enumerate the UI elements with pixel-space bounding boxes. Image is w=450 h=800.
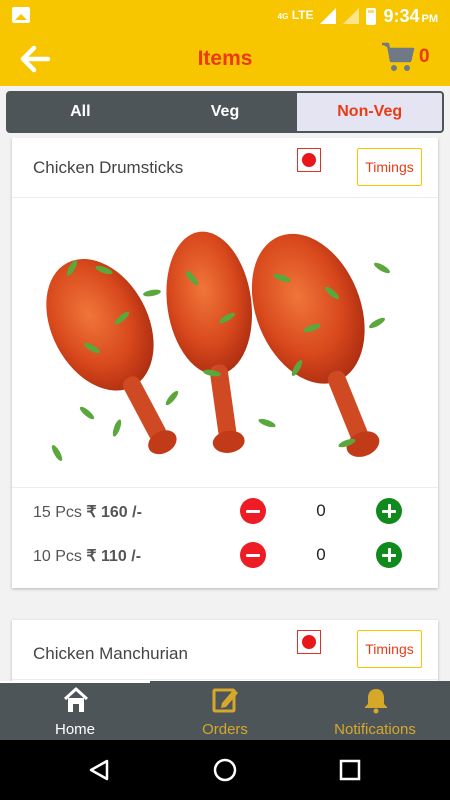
drumsticks-illustration bbox=[46, 231, 390, 461]
nav-orders[interactable]: Orders bbox=[150, 681, 300, 740]
item-name: Chicken Drumsticks bbox=[33, 158, 184, 177]
item-card: Chicken Drumsticks Timings 15 Pcs ₹ 160 … bbox=[12, 138, 438, 588]
decrease-button[interactable] bbox=[240, 542, 266, 568]
home-icon bbox=[63, 687, 89, 712]
nav-notifications[interactable]: Notifications bbox=[300, 681, 450, 740]
variant-quantity-label: 10 Pcs bbox=[33, 548, 82, 565]
quantity-value: 0 bbox=[316, 545, 326, 564]
category-tabs: All Veg Non-Veg bbox=[6, 91, 444, 133]
bottom-navigation: Home Orders Notifications bbox=[0, 681, 450, 740]
variant-price: ₹ 110 /- bbox=[86, 548, 142, 565]
increase-button[interactable] bbox=[376, 542, 402, 568]
variant-label: 10 Pcs ₹ 110 /- bbox=[33, 546, 141, 566]
variant-label: 15 Pcs ₹ 160 /- bbox=[33, 502, 142, 522]
nav-home-label: Home bbox=[54, 721, 95, 738]
signal-secondary-icon bbox=[343, 8, 360, 24]
quantity-value: 0 bbox=[316, 501, 326, 520]
item-name: Chicken Manchurian bbox=[33, 644, 188, 663]
decrease-button[interactable] bbox=[240, 498, 266, 524]
increase-button[interactable] bbox=[376, 498, 402, 524]
variant-price: ₹ 160 /- bbox=[86, 504, 142, 521]
tab-veg[interactable]: Veg bbox=[153, 93, 298, 131]
non-veg-icon bbox=[297, 630, 321, 654]
variant-row: 10 Pcs ₹ 110 /- 0 bbox=[12, 532, 438, 576]
item-list[interactable]: Chicken Drumsticks Timings 15 Pcs ₹ 160 … bbox=[0, 138, 450, 681]
system-navigation-bar bbox=[0, 740, 450, 800]
item-card-header: Chicken Drumsticks Timings bbox=[12, 138, 438, 198]
tab-all[interactable]: All bbox=[8, 93, 153, 131]
battery-icon bbox=[366, 7, 377, 25]
network-type: 4G LTE bbox=[277, 8, 314, 22]
timings-button[interactable]: Timings bbox=[357, 630, 422, 668]
network-sub-label: 4G bbox=[277, 12, 289, 21]
bell-icon bbox=[365, 689, 387, 714]
variant-quantity-label: 15 Pcs bbox=[33, 504, 82, 521]
variant-row: 15 Pcs ₹ 160 /- 0 bbox=[12, 488, 438, 532]
signal-icon bbox=[320, 8, 337, 24]
image-notification-icon bbox=[12, 7, 30, 23]
network-label: LTE bbox=[291, 8, 314, 22]
cart-icon[interactable] bbox=[381, 41, 415, 73]
system-home-icon[interactable] bbox=[212, 757, 238, 783]
system-back-icon[interactable] bbox=[87, 758, 111, 782]
nav-orders-label: Orders bbox=[202, 721, 248, 738]
timings-button[interactable]: Timings bbox=[357, 148, 422, 186]
tab-non-veg[interactable]: Non-Veg bbox=[297, 93, 442, 131]
app-bar: Items 0 bbox=[0, 32, 450, 86]
nav-notifications-label: Notifications bbox=[334, 721, 416, 738]
item-card-header: Chicken Manchurian Timings bbox=[12, 620, 438, 680]
item-card: Chicken Manchurian Timings bbox=[12, 620, 438, 681]
clock: 9:34 PM bbox=[383, 6, 438, 27]
system-recents-icon[interactable] bbox=[338, 758, 362, 782]
clock-ampm: PM bbox=[421, 12, 439, 25]
item-photo bbox=[12, 198, 438, 488]
clock-time: 9:34 bbox=[383, 5, 420, 26]
cart-count: 0 bbox=[419, 46, 430, 67]
status-bar: 4G LTE 9:34 PM bbox=[0, 0, 450, 32]
non-veg-icon bbox=[297, 148, 321, 172]
status-indicators: 4G LTE 9:34 PM bbox=[278, 5, 438, 27]
edit-icon bbox=[212, 688, 238, 713]
nav-home[interactable]: Home bbox=[0, 681, 150, 740]
